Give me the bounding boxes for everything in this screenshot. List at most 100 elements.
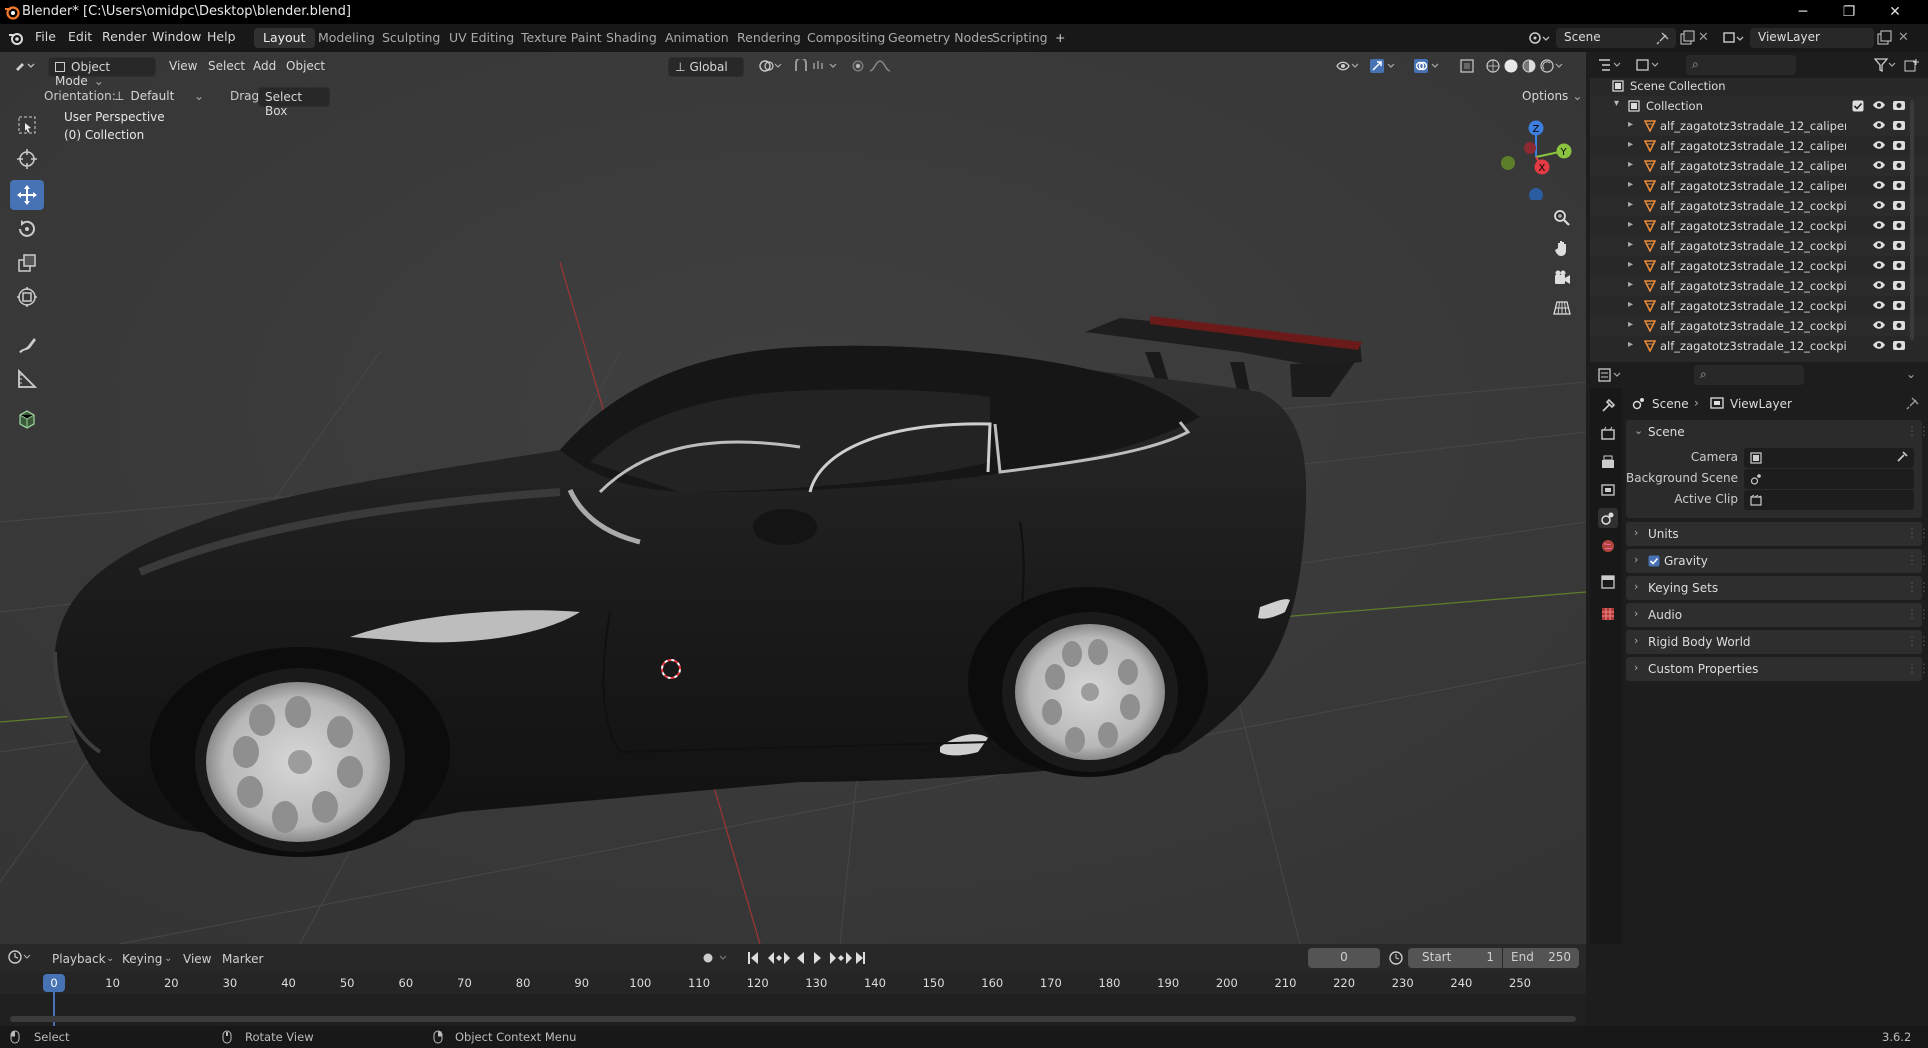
timeline-menu-playback[interactable]: Playback: [52, 952, 106, 966]
clock-icon[interactable]: [1388, 950, 1404, 966]
proportional-editing-icon[interactable]: [846, 57, 898, 77]
output-tab-icon[interactable]: [1598, 452, 1618, 472]
gizmo-toggle-icon[interactable]: [1364, 57, 1398, 77]
measure-tool[interactable]: [10, 364, 44, 394]
viewport-menu-object[interactable]: Object: [280, 57, 331, 77]
visibility-selectability-icon[interactable]: [1330, 57, 1360, 77]
tab-uv-editing[interactable]: UV Editing: [440, 28, 523, 48]
viewlayer-selector[interactable]: ViewLayer: [1750, 28, 1874, 48]
transform-tool[interactable]: [10, 282, 44, 312]
options-dropdown[interactable]: Options ⌄: [1516, 87, 1582, 107]
expand-arrow-icon[interactable]: ▸: [1628, 139, 1633, 150]
maximize-button[interactable]: ❐: [1826, 0, 1872, 24]
timeline-scrollbar[interactable]: [10, 1016, 1576, 1022]
scene-tab-icon[interactable]: [1598, 508, 1618, 528]
eye-icon[interactable]: [1872, 219, 1886, 231]
outliner-object-row[interactable]: ▸ alf_zagatotz3stradale_12_cockpit_fi: [1590, 236, 1928, 256]
checkbox-icon[interactable]: [1852, 100, 1864, 112]
pin-scene-icon[interactable]: [1656, 31, 1670, 45]
eye-icon[interactable]: [1872, 139, 1886, 151]
scene-icon[interactable]: [1528, 29, 1550, 47]
3d-viewport[interactable]: Object Mode ⌄ View Select Add Object ⊥ Glo…: [0, 52, 1586, 944]
menu-help[interactable]: Help: [207, 29, 236, 44]
outliner-object-row[interactable]: ▸ alf_zagatotz3stradale_12_cockpit_g: [1590, 316, 1928, 336]
perspective-toggle-icon[interactable]: [1548, 294, 1576, 322]
current-frame-field[interactable]: 0: [1308, 948, 1380, 968]
rigid-body-world-panel[interactable]: › Rigid Body World ⋮⋮: [1626, 630, 1928, 654]
delete-scene-icon[interactable]: ✕: [1698, 30, 1709, 45]
eye-icon[interactable]: [1872, 259, 1886, 271]
expand-arrow-icon[interactable]: ▸: [1628, 219, 1633, 230]
outliner-object-row[interactable]: ▸ alf_zagatotz3stradale_12_cockpit_fi: [1590, 256, 1928, 276]
eye-icon[interactable]: [1872, 159, 1886, 171]
drag-handle-icon[interactable]: ⋮⋮: [1906, 526, 1928, 540]
gravity-panel[interactable]: › Gravity ⋮⋮: [1626, 549, 1928, 573]
timeline-editor-icon[interactable]: [8, 949, 36, 965]
playback-controls[interactable]: [746, 950, 866, 966]
scale-tool[interactable]: [10, 248, 44, 278]
camera-render-icon[interactable]: [1892, 199, 1906, 211]
drag-handle-icon[interactable]: ⋮⋮: [1906, 661, 1928, 675]
outliner-object-row[interactable]: ▸ alf_zagatotz3stradale_12_cockpit_g: [1590, 276, 1928, 296]
expand-arrow-icon[interactable]: ▸: [1628, 119, 1633, 130]
minimize-button[interactable]: ─: [1780, 0, 1826, 24]
drag-handle-icon[interactable]: ⋮⋮: [1906, 580, 1928, 594]
properties-search-input[interactable]: ⌕: [1694, 365, 1804, 385]
new-collection-icon[interactable]: [1904, 58, 1920, 72]
tab-layout[interactable]: Layout: [254, 28, 315, 48]
viewport-menu-view[interactable]: View: [163, 57, 203, 77]
custom-properties-panel[interactable]: › Custom Properties ⋮⋮: [1626, 657, 1928, 681]
eye-icon[interactable]: [1872, 99, 1886, 111]
texture-tab-icon[interactable]: [1598, 604, 1618, 624]
audio-panel[interactable]: › Audio ⋮⋮: [1626, 603, 1928, 627]
eye-icon[interactable]: [1872, 179, 1886, 191]
menu-edit[interactable]: Edit: [68, 29, 92, 44]
drag-handle-icon[interactable]: ⋮⋮: [1906, 607, 1928, 621]
outliner-object-row[interactable]: ▸ alf_zagatotz3stradale_12_caliperrr_: [1590, 176, 1928, 196]
start-frame-field[interactable]: Start 1: [1408, 948, 1502, 968]
eyedropper-icon[interactable]: [1896, 451, 1908, 463]
keying-sets-panel[interactable]: › Keying Sets ⋮⋮: [1626, 576, 1928, 600]
menu-render[interactable]: Render: [102, 29, 147, 44]
scene-panel-header[interactable]: ⌄ Scene ⋮⋮: [1626, 420, 1928, 444]
camera-render-icon[interactable]: [1892, 259, 1906, 271]
viewlayer-icon[interactable]: [1722, 29, 1746, 47]
eye-icon[interactable]: [1872, 199, 1886, 211]
viewport-menu-add[interactable]: Add: [247, 57, 282, 77]
view-layer-tab-icon[interactable]: [1598, 480, 1618, 500]
add-cube-tool[interactable]: [10, 404, 44, 434]
drag-handle-icon[interactable]: ⋮⋮: [1906, 553, 1928, 567]
units-panel[interactable]: › Units ⋮⋮: [1626, 522, 1928, 546]
camera-render-icon[interactable]: [1892, 339, 1906, 351]
outliner-object-row[interactable]: ▸ alf_zagatotz3stradale_12_cockpit_fi: [1590, 216, 1928, 236]
pivot-point-icon[interactable]: [752, 57, 788, 77]
camera-field[interactable]: [1744, 448, 1914, 468]
camera-render-icon[interactable]: [1892, 159, 1906, 171]
orientation-dropdown[interactable]: ⊥ Default ⌄: [108, 87, 208, 107]
camera-render-icon[interactable]: [1892, 319, 1906, 331]
snap-icon[interactable]: [788, 57, 844, 77]
eye-icon[interactable]: [1872, 279, 1886, 291]
expand-arrow-icon[interactable]: ▾: [1614, 98, 1619, 109]
eye-icon[interactable]: [1872, 119, 1886, 131]
new-viewlayer-icon[interactable]: [1876, 30, 1892, 46]
expand-arrow-icon[interactable]: ▸: [1628, 199, 1633, 210]
collection-tab-icon[interactable]: [1598, 572, 1618, 592]
camera-render-icon[interactable]: [1892, 179, 1906, 191]
menu-file[interactable]: File: [35, 29, 56, 44]
camera-render-icon[interactable]: [1892, 119, 1906, 131]
pin-icon[interactable]: [1906, 396, 1920, 410]
viewport-scene[interactable]: [0, 52, 1586, 944]
rear-wheel[interactable]: [1002, 612, 1178, 772]
cursor-tool[interactable]: [10, 144, 44, 174]
outliner-object-row[interactable]: ▸ alf_zagatotz3stradale_12_caliperlf_l: [1590, 116, 1928, 136]
editor-type-icon[interactable]: [8, 57, 42, 77]
gravity-checkbox[interactable]: [1648, 555, 1660, 567]
eye-icon[interactable]: [1872, 339, 1886, 351]
expand-arrow-icon[interactable]: ▸: [1628, 259, 1633, 270]
annotate-tool[interactable]: [10, 330, 44, 360]
expand-arrow-icon[interactable]: ▸: [1628, 179, 1633, 190]
tool-tab-icon[interactable]: [1598, 396, 1618, 416]
outliner-object-row[interactable]: ▸ alf_zagatotz3stradale_12_caliperrf_: [1590, 156, 1928, 176]
outliner-collection[interactable]: ▾ Collection: [1590, 96, 1928, 116]
